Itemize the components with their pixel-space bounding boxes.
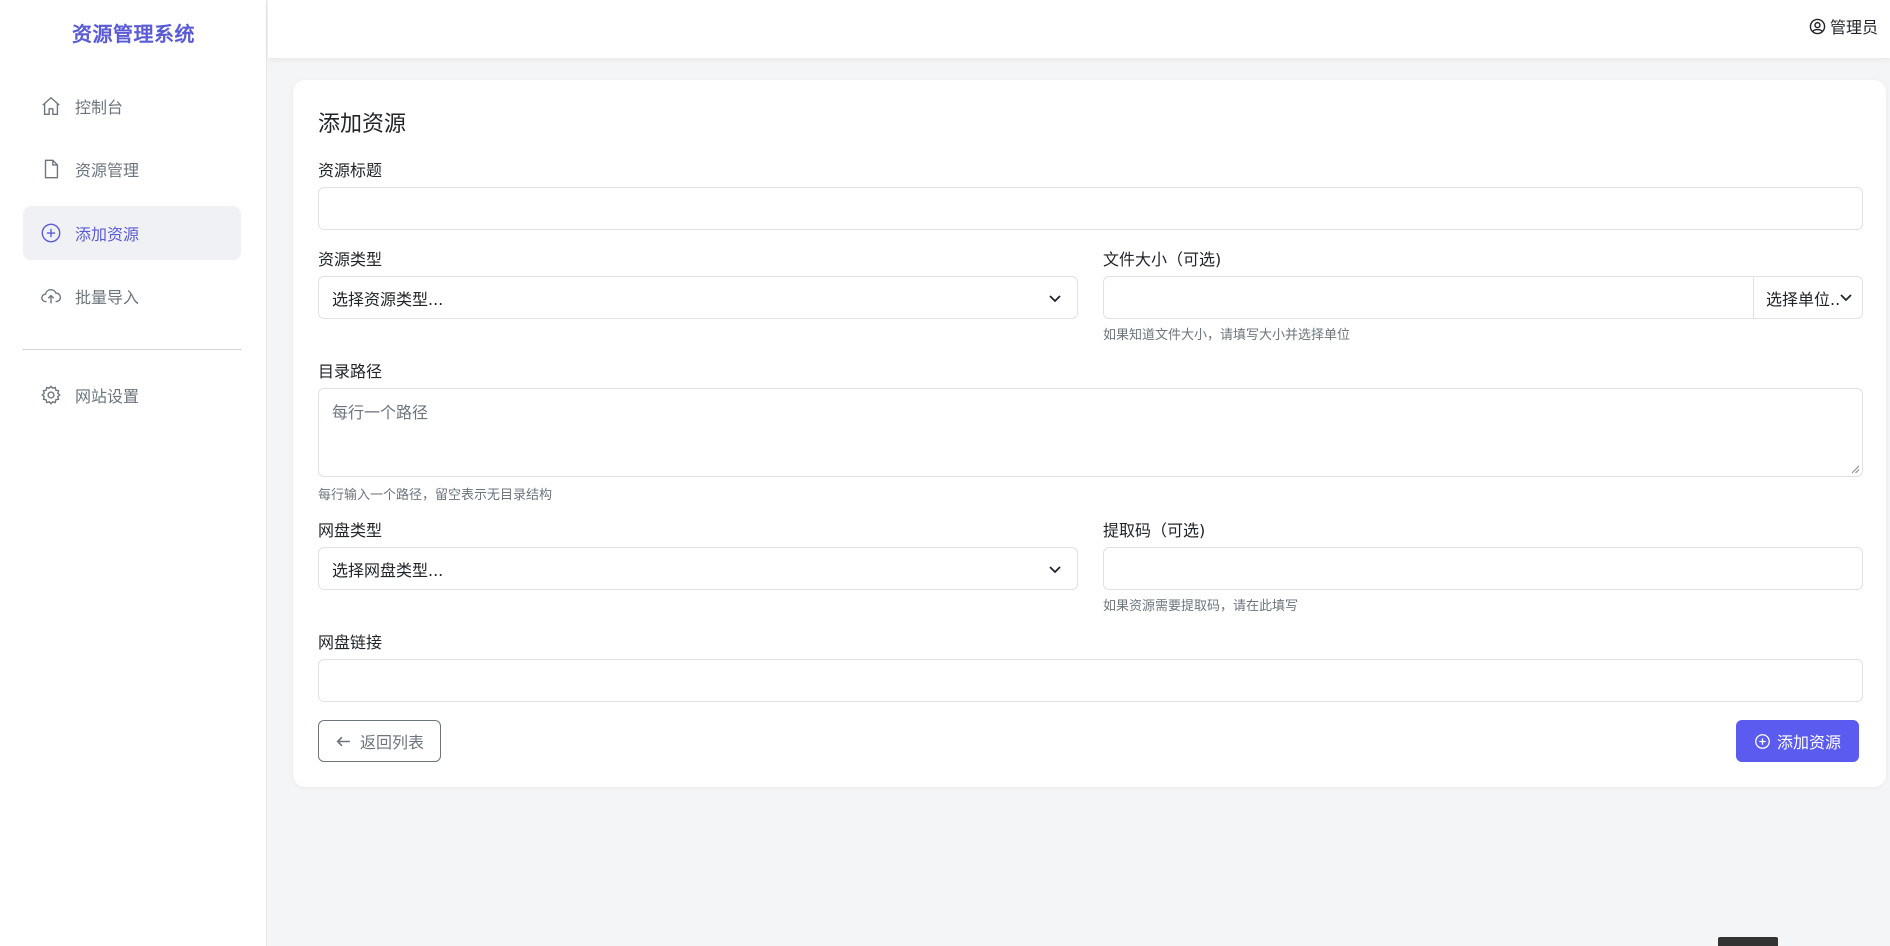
resource-title-input[interactable]	[318, 187, 1863, 230]
page-title: 添加资源	[318, 112, 407, 137]
floating-tab[interactable]	[1718, 937, 1778, 946]
sidebar-item-dashboard[interactable]: 控制台	[23, 79, 241, 133]
sidebar-item-label: 添加资源	[75, 225, 140, 244]
sidebar: 资源管理系统 控制台 资源管理 添加资源 批量导入 网站设置	[0, 0, 267, 946]
plus-circle-icon	[39, 221, 63, 245]
dir-path-placeholder: 每行一个路径	[332, 403, 429, 422]
size-unit-select[interactable]: 选择单位..	[1754, 277, 1862, 318]
back-button-label: 返回列表	[359, 733, 424, 752]
submit-button-label: 添加资源	[1776, 733, 1841, 752]
size-unit-selected: 选择单位..	[1766, 289, 1841, 309]
dir-path-label: 目录路径	[318, 362, 383, 381]
chevron-down-icon	[1840, 294, 1852, 302]
disk-type-selected: 选择网盘类型...	[332, 560, 444, 580]
top-bar: 管理员	[268, 0, 1890, 58]
extract-code-hint: 如果资源需要提取码，请在此填写	[1103, 599, 1299, 614]
gear-icon	[39, 383, 63, 407]
extract-code-label: 提取码（可选)	[1103, 521, 1206, 540]
file-size-input[interactable]	[1104, 277, 1753, 318]
file-icon	[39, 157, 63, 181]
cloud-upload-icon	[39, 284, 63, 308]
arrow-left-icon	[336, 736, 350, 746]
disk-type-label: 网盘类型	[318, 521, 383, 540]
file-size-label: 文件大小（可选)	[1103, 250, 1222, 269]
file-size-hint: 如果知道文件大小，请填写大小并选择单位	[1103, 328, 1351, 343]
sidebar-divider	[23, 349, 241, 350]
brand-title: 资源管理系统	[72, 22, 195, 46]
disk-link-label: 网盘链接	[318, 633, 383, 652]
resource-type-label: 资源类型	[318, 250, 383, 269]
chevron-down-icon	[1049, 566, 1061, 574]
home-icon	[39, 94, 63, 118]
sidebar-item-label: 资源管理	[75, 161, 140, 180]
resource-type-selected: 选择资源类型...	[332, 289, 444, 309]
disk-type-select[interactable]: 选择网盘类型...	[318, 547, 1078, 590]
sidebar-item-label: 批量导入	[75, 288, 140, 307]
user-menu[interactable]: 管理员	[1809, 14, 1878, 38]
add-resource-card: 添加资源 资源标题 资源类型 选择资源类型... 文件大小（可选) 选择单位..…	[293, 80, 1886, 787]
dir-path-hint: 每行输入一个路径，留空表示无目录结构	[318, 488, 553, 503]
resource-title-label: 资源标题	[318, 161, 383, 180]
sidebar-item-label: 控制台	[75, 98, 124, 117]
resize-handle-icon[interactable]	[1851, 465, 1860, 474]
extract-code-input[interactable]	[1103, 547, 1863, 590]
back-to-list-button[interactable]: 返回列表	[318, 720, 441, 762]
file-size-group: 选择单位..	[1103, 276, 1863, 319]
sidebar-item-label: 网站设置	[75, 387, 140, 406]
sidebar-item-batch-import[interactable]: 批量导入	[23, 269, 241, 323]
user-circle-icon	[1809, 18, 1826, 34]
add-resource-button[interactable]: 添加资源	[1736, 720, 1859, 762]
plus-circle-icon	[1755, 733, 1770, 749]
sidebar-item-add-resource[interactable]: 添加资源	[23, 206, 241, 260]
resource-type-select[interactable]: 选择资源类型...	[318, 276, 1078, 319]
dir-path-textarea[interactable]: 每行一个路径	[318, 388, 1863, 477]
sidebar-item-site-settings[interactable]: 网站设置	[23, 368, 241, 422]
chevron-down-icon	[1049, 295, 1061, 303]
disk-link-input[interactable]	[318, 659, 1863, 702]
sidebar-item-resources[interactable]: 资源管理	[23, 142, 241, 196]
user-name: 管理员	[1829, 18, 1878, 37]
